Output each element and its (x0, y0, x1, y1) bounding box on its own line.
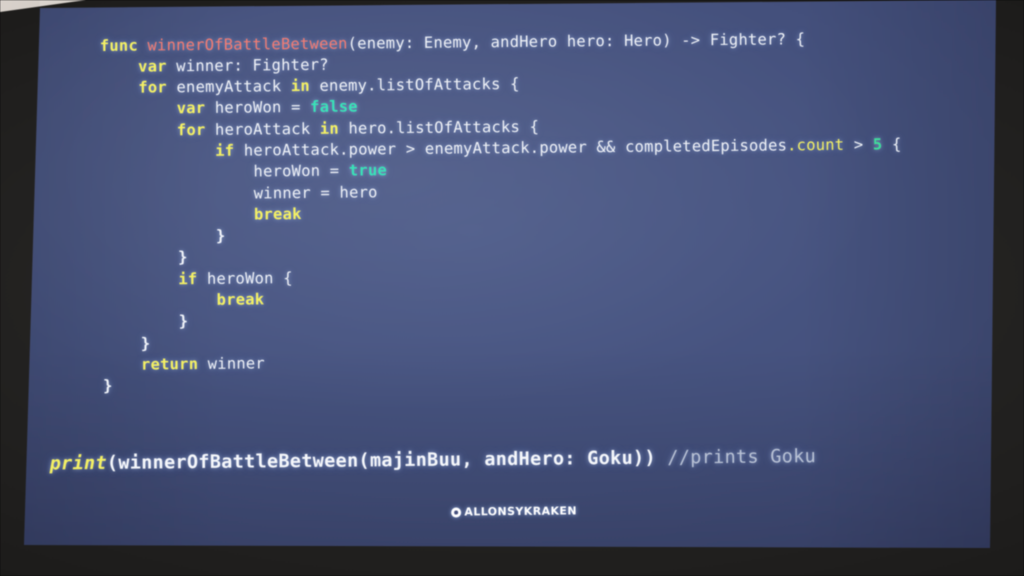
print-call-expression: (winnerOfBattleBetween(majinBuu, andHero… (106, 447, 656, 474)
code-token-plain: (enemy: Enemy, andHero hero: Hero) -> Fi… (347, 29, 806, 53)
code-token-kw: break (253, 204, 302, 224)
code-token-plain: winner (207, 354, 266, 373)
code-token-kw: var (138, 57, 177, 76)
code-token-plain: enemy.listOfAttacks { (319, 75, 520, 95)
print-comment: //prints Goku (667, 446, 817, 469)
code-token-kw: var (176, 99, 215, 118)
at-circle-icon (451, 506, 462, 518)
projector-photo: func winnerOfBattleBetween(enemy: Enemy,… (0, 0, 1024, 576)
code-token-kw: break (216, 290, 265, 309)
code-token-plain: heroWon = (253, 161, 349, 181)
code-token-plain: winner = hero (253, 182, 378, 203)
code-token-plain: heroAttack.power > enemyAttack.power && … (243, 136, 788, 160)
code-token-prop: .count (786, 135, 845, 155)
code-token-lit: false (310, 97, 358, 117)
code-token-fnname: winnerOfBattleBetween (147, 34, 348, 54)
code-token-kw: for (176, 120, 216, 139)
code-token-plain: enemyAttack (176, 77, 291, 97)
code-token-plain: heroWon = (214, 98, 311, 118)
code-token-kw: in (290, 76, 320, 96)
code-token-kw: if (215, 141, 244, 160)
code-block: func winnerOfBattleBetween(enemy: Enemy,… (62, 27, 1015, 398)
code-token-brace: } (177, 248, 188, 267)
code-token-plain: heroWon { (206, 268, 293, 288)
code-token-lit: true (348, 161, 388, 180)
code-token-brace: } (215, 226, 226, 246)
print-keyword: print (49, 452, 107, 475)
code-token-brace: } (178, 312, 189, 331)
code-token-kw: in (319, 119, 349, 138)
code-token-kw: if (178, 269, 207, 288)
code-token-plain: heroAttack (214, 119, 320, 139)
code-token-brace: } (102, 377, 113, 396)
code-token-num: 5 (872, 135, 883, 154)
code-token-kw: func (99, 35, 148, 55)
code-token-brace: } (140, 334, 151, 353)
code-token-plain: { (882, 135, 902, 154)
code-token-plain: winner: Fighter? (176, 55, 329, 76)
code-token-plain: hero.listOfAttacks { (348, 117, 540, 138)
code-token-plain: > (844, 135, 873, 154)
code-token-kw: return (140, 354, 208, 374)
code-token-kw: for (138, 78, 177, 97)
watermark-handle: ALLONSYKRAKEN (464, 504, 577, 519)
